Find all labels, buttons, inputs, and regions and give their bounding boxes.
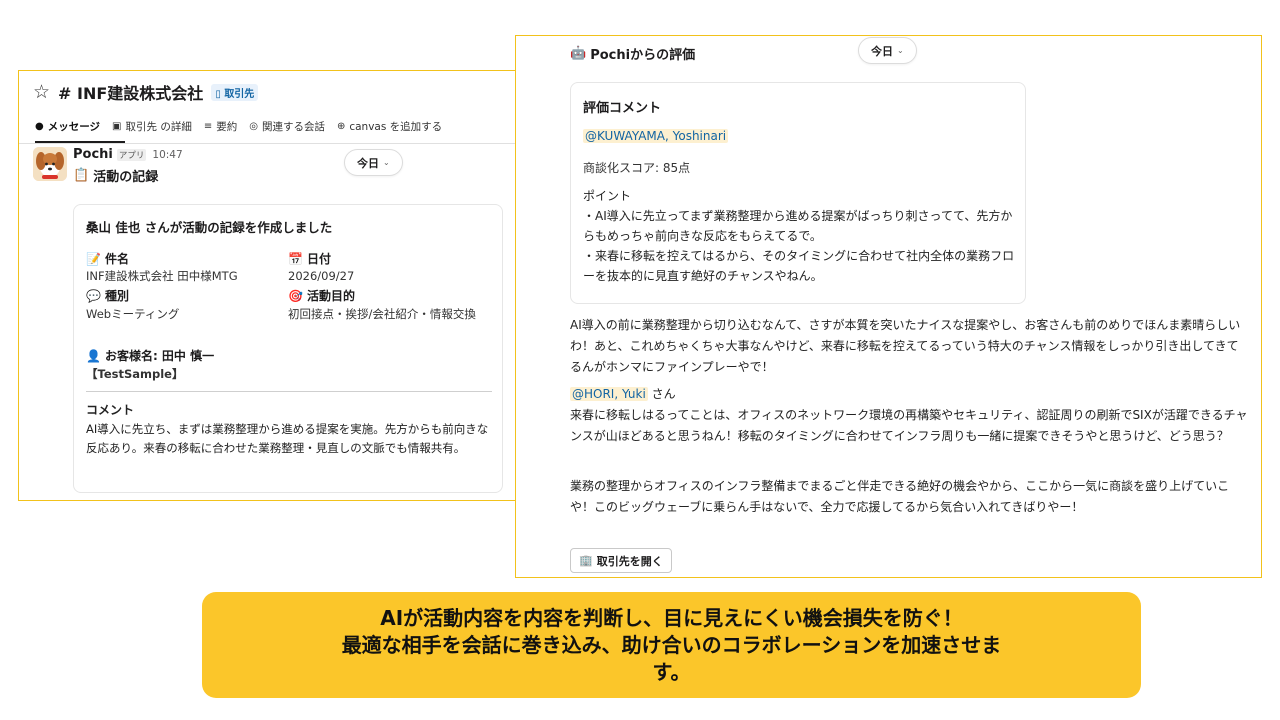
conversation-icon: ◎ (249, 121, 258, 132)
clipboard-icon: 📋 (73, 168, 90, 183)
channel-panel: ☆ # INF建設株式会社 ▯ 取引先 ● メッセージ ▣ 取引先 の詳細 ≡ … (18, 70, 518, 501)
mention-suffix: さん (647, 387, 676, 401)
avatar[interactable] (33, 147, 67, 181)
card-title: 桑山 佳也 さんが活動の記録を作成しました (86, 220, 333, 235)
memo-icon: 📝 (86, 251, 101, 266)
mention-paragraph: @HORI, Yuki さん 来春に移転しはるってことは、オフィスのネットワーク… (570, 384, 1250, 447)
open-account-button[interactable]: 🏢 取引先を開く (570, 548, 672, 573)
chevron-down-icon: ⌄ (383, 158, 390, 167)
message-title: 📋 活動の記録 (73, 166, 158, 185)
app-badge: アプリ (116, 149, 147, 161)
tab-summary[interactable]: ≡ 要約 (204, 119, 237, 134)
tabs-divider (19, 143, 517, 144)
channel-tag-label: 取引先 (224, 88, 255, 100)
customer-label-text: お客様名: 田中 慎一 (104, 349, 215, 363)
mention-message: 来春に移転しはるってことは、オフィスのネットワーク環境の再構築やセキュリティ、認… (570, 408, 1248, 443)
comment-value: AI導入に先立ち、まずは業務整理から進める提案を実施。先方からも前向きな反応あり… (86, 422, 489, 455)
activity-record-card: 桑山 佳也 さんが活動の記録を作成しました 📝 件名 INF建設株式会社 田中様… (73, 204, 503, 493)
tab-label: 取引先 の詳細 (125, 121, 192, 133)
tab-label: canvas を追加する (349, 121, 443, 133)
purpose-label: 🎯 活動目的 (288, 287, 355, 304)
day-divider-button[interactable]: 今日 ⌄ (858, 37, 917, 64)
chevron-down-icon: ⌄ (897, 46, 904, 55)
customer-value: 【TestSample】 (86, 367, 184, 381)
date-label-text: 日付 (306, 252, 331, 266)
dog-avatar-icon (33, 147, 67, 181)
evaluation-heading: 🤖 Pochiからの評価 (570, 44, 695, 63)
details-icon: ▣ (112, 121, 122, 132)
points-label: ポイント (583, 189, 632, 203)
channel-tag[interactable]: ▯ 取引先 (211, 83, 259, 101)
summary-icon: ≡ (203, 121, 213, 132)
tab-messages[interactable]: ● メッセージ (35, 119, 100, 134)
evaluation-panel: 🤖 Pochiからの評価 今日 ⌄ 評価コメント @KUWAYAMA, Yosh… (515, 35, 1262, 578)
subject-label-text: 件名 (104, 252, 129, 266)
message-time[interactable]: 10:47 (152, 149, 182, 161)
channel-tabs: ● メッセージ ▣ 取引先 の詳細 ≡ 要約 ◎ 関連する会話 ⊕ canvas… (35, 119, 442, 134)
evaluation-heading-text: Pochiからの評価 (590, 48, 696, 63)
points-section: ポイント ・AI導入に先立ってまず業務整理から進める提案がばっちり刺さってて、先… (583, 186, 1017, 286)
subject-value: INF建設株式会社 田中様MTG (86, 269, 238, 283)
type-value: Webミーティング (86, 307, 180, 321)
evaluation-comment-card: 評価コメント @KUWAYAMA, Yoshinari 商談化スコア: 85点 … (570, 82, 1026, 304)
tab-label: 関連する会話 (261, 121, 325, 133)
date-label: 📅 日付 (288, 250, 331, 267)
user-mention[interactable]: @KUWAYAMA, Yoshinari (583, 129, 729, 143)
comment-label: コメント (86, 403, 135, 417)
day-label: 今日 (357, 156, 379, 170)
message-meta: Pochi アプリ 10:47 (73, 147, 183, 162)
tab-label: メッセージ (47, 121, 101, 133)
purpose-value: 初回接点・挨拶/会社紹介・情報交換 (288, 307, 476, 321)
card-title: 評価コメント (583, 101, 662, 116)
message-title-text: 活動の記録 (93, 170, 159, 185)
type-label: 💬 種別 (86, 287, 129, 304)
caption-line: AIが活動内容を内容を判断し、目に見えにくい機会損失を防ぐ！ (380, 605, 963, 630)
sender-name[interactable]: Pochi (73, 147, 113, 162)
tab-add-canvas[interactable]: ⊕ canvas を追加する (337, 119, 442, 134)
target-icon: 🎯 (288, 288, 303, 303)
document-icon: ▯ (215, 88, 221, 100)
building-icon: 🏢 (579, 554, 593, 567)
deal-score: 商談化スコア: 85点 (583, 161, 691, 175)
tab-label: 要約 (216, 121, 238, 133)
caption-line: す。 (652, 659, 691, 684)
tab-related-conversations[interactable]: ◎ 関連する会話 (249, 119, 325, 134)
speech-bubble-icon: 💬 (86, 288, 101, 303)
point-item: ・AI導入に先立ってまず業務整理から進める提案がばっちり刺さってて、先方からもめ… (583, 209, 1013, 243)
day-divider-button[interactable]: 今日 ⌄ (344, 149, 403, 176)
date-value: 2026/09/27 (288, 269, 355, 283)
robot-icon: 🤖 (570, 46, 587, 61)
message-icon: ● (35, 121, 44, 132)
type-label-text: 種別 (104, 289, 129, 303)
card-divider (86, 391, 492, 392)
mention-line: @KUWAYAMA, Yoshinari (583, 129, 729, 143)
calendar-icon: 📅 (288, 251, 303, 266)
open-account-label: 取引先を開く (596, 554, 663, 568)
channel-name[interactable]: # INF建設株式会社 (58, 80, 203, 104)
caption-line: 最適な相手を会話に巻き込み、助け合いのコラボレーションを加速させま (341, 632, 1002, 657)
subject-label: 📝 件名 (86, 250, 129, 267)
customer-label: 👤 お客様名: 田中 慎一 (86, 347, 214, 364)
day-label: 今日 (871, 44, 893, 58)
person-icon: 👤 (86, 348, 101, 363)
canvas-icon: ⊕ (336, 121, 346, 132)
tab-account-details[interactable]: ▣ 取引先 の詳細 (112, 119, 192, 134)
evaluation-paragraph: AI導入の前に業務整理から切り込むなんて、さすが本質を突いたナイスな提案やし、お… (570, 318, 1241, 374)
caption-banner: AIが活動内容を内容を判断し、目に見えにくい機会損失を防ぐ！ 最適な相手を会話に… (202, 592, 1141, 698)
star-icon[interactable]: ☆ (33, 81, 50, 103)
point-item: ・来春に移転を控えてはるから、そのタイミングに合わせて社内全体の業務フローを抜本… (583, 249, 1015, 283)
channel-header: ☆ # INF建設株式会社 ▯ 取引先 (33, 79, 259, 105)
mention-line: @HORI, Yuki さん (570, 384, 1250, 405)
purpose-label-text: 活動目的 (306, 289, 355, 303)
comment-section: コメント AI導入に先立ち、まずは業務整理から進める提案を実施。先方からも前向き… (86, 401, 496, 458)
encouragement-paragraph: 業務の整理からオフィスのインフラ整備までまるごと伴走できる絶好の機会やから、ここ… (570, 479, 1230, 514)
user-mention[interactable]: @HORI, Yuki (570, 387, 648, 401)
